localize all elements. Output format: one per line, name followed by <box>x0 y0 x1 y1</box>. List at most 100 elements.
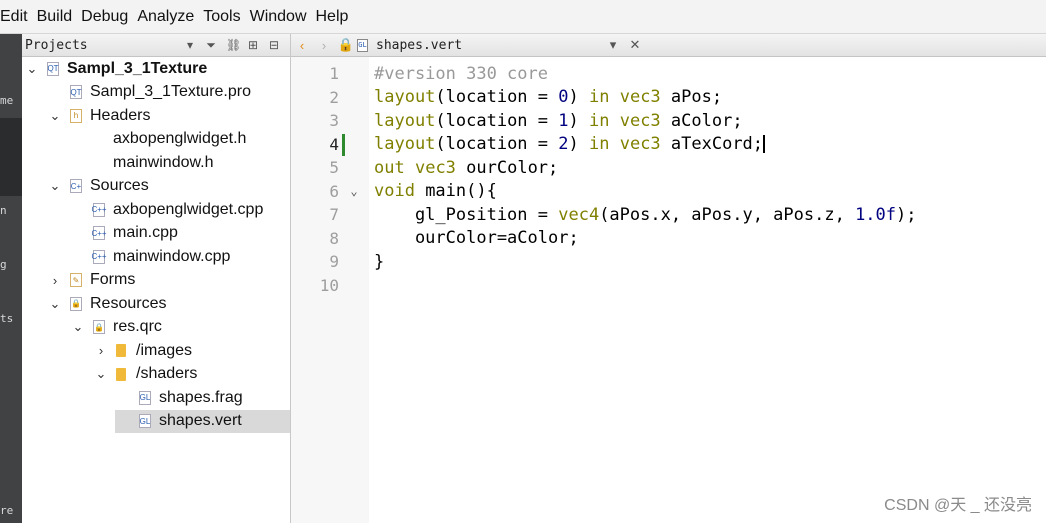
code-line[interactable]: 2 layout(location = 0) in vec3 aPos; <box>291 86 1046 110</box>
close-panel-icon[interactable]: ⊟ <box>268 38 280 52</box>
tree-item-label: /images <box>136 341 193 359</box>
code-line[interactable]: 3 layout(location = 1) in vec3 aColor; <box>291 109 1046 133</box>
gl-file-icon: GL <box>139 390 151 405</box>
chevron-right-icon[interactable]: › <box>48 273 62 288</box>
line-number: 8 <box>329 228 339 248</box>
menu-window[interactable]: Window <box>250 8 314 26</box>
tree-item-label: Sampl_3_1Texture <box>67 59 208 77</box>
mode-help-label[interactable]: re <box>0 504 22 517</box>
projects-title[interactable]: Projects <box>25 38 175 53</box>
code-line[interactable]: 9} <box>291 250 1046 274</box>
code-line[interactable]: 4 layout(location = 2) in vec3 aTexCord; <box>291 133 1046 157</box>
forms-folder-icon: ✎ <box>70 273 82 287</box>
menu-edit[interactable]: Edit <box>0 8 35 26</box>
tree-item[interactable]: C++ axbopenglwidget.cpp <box>22 198 290 221</box>
tree-item[interactable]: ⌄ QT Sampl_3_1Texture <box>22 57 290 80</box>
tree-item[interactable]: ⌄ h Headers <box>22 104 290 127</box>
line-number: 6 <box>329 181 339 201</box>
mode-edit-label[interactable]: me <box>0 94 22 107</box>
source-folder-icon: C+ <box>70 179 82 193</box>
split-icon[interactable]: ⊞ <box>247 38 259 52</box>
tree-item[interactable]: › /images <box>22 339 290 362</box>
code-line[interactable]: 10 <box>291 274 1046 298</box>
cpp-file-icon: C++ <box>91 226 107 240</box>
code-line[interactable]: 7 gl_Position = vec4(aPos.x, aPos.y, aPo… <box>291 203 1046 227</box>
cpp-file-icon: C++ <box>91 249 107 264</box>
tree-item-label: mainwindow.h <box>113 153 214 171</box>
code-text: #version 330 core <box>374 63 548 84</box>
file-dropdown-icon[interactable]: ▾ <box>602 37 624 53</box>
tree-item[interactable]: C++ mainwindow.cpp <box>22 245 290 268</box>
projects-panel: Projects ▾ ⏷ ⛓ ⊞ ⊟ ⌄ QT Sampl_3_1Texture QT… <box>22 34 291 523</box>
tree-item[interactable]: ⌄ 🔒 res.qrc <box>22 316 290 339</box>
line-number: 7 <box>329 205 339 225</box>
tree-item-label: shapes.frag <box>159 388 243 406</box>
tree-item[interactable]: ⌄ /shaders <box>22 363 290 386</box>
modified-line-marker <box>342 133 345 156</box>
filter-icon[interactable]: ⏷ <box>205 38 217 53</box>
chevron-down-icon[interactable]: ⌄ <box>48 178 62 194</box>
mode-projects-label[interactable]: ts <box>0 312 22 325</box>
line-number: 9 <box>329 252 339 272</box>
project-icon: QT <box>47 61 59 76</box>
menu-debug[interactable]: Debug <box>81 8 135 26</box>
link-icon[interactable]: ⛓ <box>226 38 241 52</box>
chevron-down-icon[interactable]: ⌄ <box>71 319 85 335</box>
code-line[interactable]: 8 ourColor=aColor; <box>291 227 1046 251</box>
menu-tools[interactable]: Tools <box>203 8 247 26</box>
back-icon[interactable]: ‹ <box>291 38 313 53</box>
chevron-down-icon[interactable]: ⌄ <box>48 296 62 312</box>
code-text: void main(){ <box>374 181 497 202</box>
forward-icon[interactable]: › <box>313 38 335 53</box>
tree-item-label: axbopenglwidget.h <box>113 130 247 147</box>
code-text: layout(location = 2) in vec3 aTexCord; <box>374 134 766 155</box>
tree-item-label: Resources <box>90 294 167 312</box>
tree-item-label: axbopenglwidget.cpp <box>113 200 264 218</box>
tree-item[interactable]: axbopenglwidget.h <box>22 128 290 151</box>
folder-icon <box>116 367 126 381</box>
code-text: layout(location = 0) in vec3 aPos; <box>374 87 723 108</box>
tree-item-label: Sources <box>90 177 149 194</box>
mode-design-label[interactable]: n <box>0 204 22 217</box>
gl-file-icon: GL <box>357 38 368 52</box>
tree-item[interactable]: GL shapes.frag <box>22 386 290 409</box>
code-editor: ‹ › 🔒 GL shapes.vert ▾ ✕ 1 #version 330 c… <box>291 34 1046 523</box>
header-folder-icon: h <box>70 108 82 123</box>
tree-item[interactable]: GL shapes.vert <box>115 409 290 433</box>
code-text: ourColor=aColor; <box>374 228 579 249</box>
close-file-icon[interactable]: ✕ <box>624 37 646 53</box>
menu-help[interactable]: Help <box>316 8 356 26</box>
tree-item-label: main.cpp <box>113 224 178 241</box>
tree-item[interactable]: mainwindow.h <box>22 151 290 174</box>
tree-item[interactable]: C++ main.cpp <box>22 222 290 245</box>
chevron-down-icon[interactable]: ⌄ <box>25 61 39 77</box>
file-tab[interactable]: GL shapes.vert <box>357 38 602 53</box>
fold-toggle-icon[interactable]: ⌄ <box>339 184 369 198</box>
tree-item-label: /shaders <box>136 365 198 382</box>
chevron-down-icon[interactable]: ⌄ <box>48 108 62 124</box>
tree-item-label: Sampl_3_1Texture.pro <box>90 83 251 100</box>
code-text: gl_Position = vec4(aPos.x, aPos.y, aPos.… <box>374 204 917 225</box>
tree-item[interactable]: › ✎ Forms <box>22 269 290 292</box>
menu-analyze[interactable]: Analyze <box>137 8 201 26</box>
editor-toolbar: ‹ › 🔒 GL shapes.vert ▾ ✕ <box>291 34 1046 57</box>
tree-item[interactable]: ⌄ 🔒 Resources <box>22 292 290 315</box>
code-line[interactable]: 1 #version 330 core <box>291 62 1046 86</box>
line-number: 5 <box>329 158 339 178</box>
chevron-right-icon[interactable]: › <box>94 343 108 358</box>
pro-file-icon: QT <box>70 85 82 99</box>
tree-item[interactable]: ⌄ C+ Sources <box>22 175 290 198</box>
mode-debug-label[interactable]: g <box>0 258 22 271</box>
code-line[interactable]: 5 out vec3 ourColor; <box>291 156 1046 180</box>
gl-file-icon: GL <box>139 414 151 428</box>
tree-item[interactable]: QT Sampl_3_1Texture.pro <box>22 81 290 104</box>
line-number: 10 <box>319 275 339 295</box>
resources-folder-icon: 🔒 <box>70 296 82 311</box>
chevron-down-icon[interactable]: ⌄ <box>94 366 108 382</box>
code-line[interactable]: 6 ⌄ void main(){ <box>291 180 1046 204</box>
dropdown-icon[interactable]: ▾ <box>184 38 196 52</box>
line-number: 4 <box>329 134 339 154</box>
code-text: } <box>374 251 385 272</box>
code-text: out vec3 ourColor; <box>374 157 559 178</box>
menu-build[interactable]: Build <box>37 8 80 26</box>
